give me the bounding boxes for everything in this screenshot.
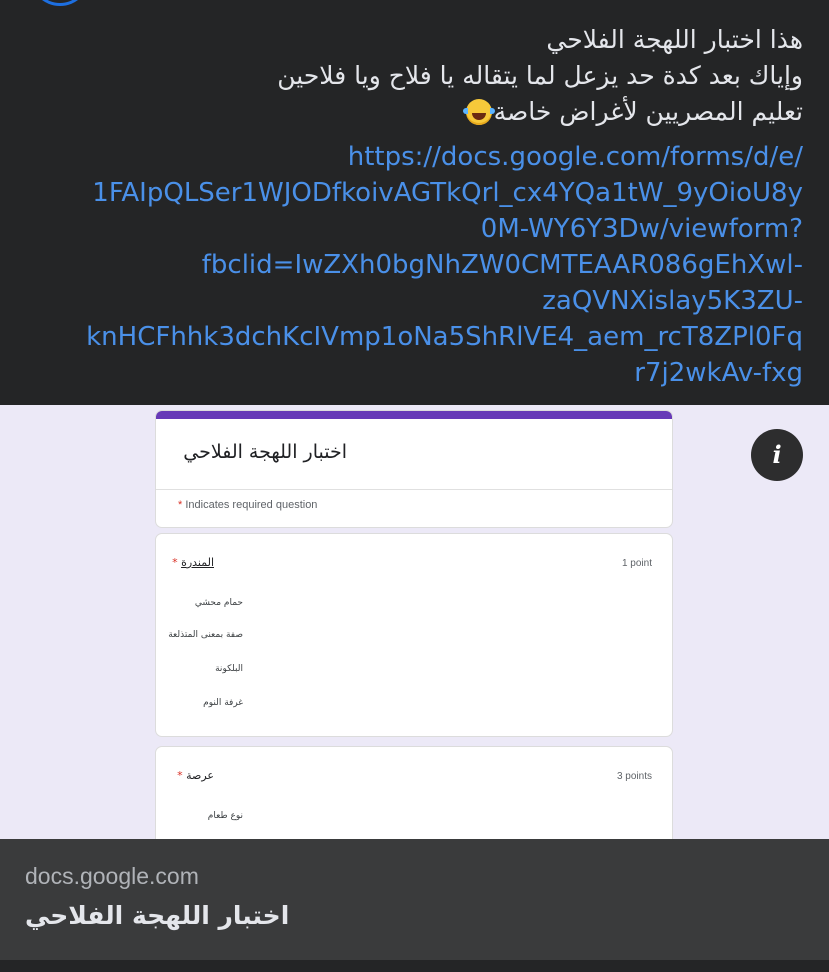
info-icon[interactable]: i xyxy=(751,429,803,481)
question-title: المندرة * xyxy=(172,556,214,569)
answer-option: حمام محشي xyxy=(194,598,243,608)
link-card-footer[interactable]: docs.google.com اختبار اللهجة الفلاحي xyxy=(0,839,829,960)
required-star: * xyxy=(178,499,183,511)
form-divider xyxy=(156,489,672,490)
post-line-1: هذا اختبار اللهجة الفلاحي xyxy=(546,25,803,54)
post-link-line-3[interactable]: 0M-WY6Y3Dw/viewform? xyxy=(3,211,803,247)
required-note-text: Indicates required question xyxy=(185,499,318,511)
bottom-strip xyxy=(0,960,829,972)
question-title-text: المندرة xyxy=(181,556,214,569)
question-title: عرصة * xyxy=(177,769,214,782)
answer-option: صفة بمعنى المتذلعة xyxy=(168,630,243,640)
required-note: * Indicates required question xyxy=(178,499,317,511)
link-preview-image[interactable]: اختبار اللهجة الفلاحي * Indicates requir… xyxy=(0,405,829,839)
post-link-line-4[interactable]: fbclid=IwZXh0bgNhZW0CMTEAAR086gEhXwl- xyxy=(3,247,803,283)
answer-option: غرفة النوم xyxy=(203,698,243,708)
post-link-line-1[interactable]: https://docs.google.com/forms/d/e/ xyxy=(3,139,803,175)
post-text: هذا اختبار اللهجة الفلاحي وإياك بعد كدة … xyxy=(3,22,803,130)
post-link-line-2[interactable]: 1FAIpQLSer1WJODfkoivAGTkQrl_cx4YQa1tW_9y… xyxy=(3,175,803,211)
avatar[interactable] xyxy=(30,0,90,6)
post-line-2: وإياك بعد كدة حد يزعل لما يتقاله يا فلاح… xyxy=(277,61,803,90)
tears-of-joy-emoji-icon xyxy=(462,99,495,125)
answer-option: البلكونة xyxy=(215,664,243,674)
question-points: 3 points xyxy=(616,771,652,782)
post-line-3-text: تعليم المصريين لأغراض خاصة xyxy=(493,97,803,126)
link-domain: docs.google.com xyxy=(25,863,199,889)
post-link-line-6[interactable]: knHCFhhk3dchKcIVmp1oNa5ShRlVE4_aem_rcT8Z… xyxy=(3,319,803,355)
required-star: * xyxy=(172,556,178,569)
required-star: * xyxy=(177,769,183,782)
answer-option: نوع طعام xyxy=(207,811,243,821)
form-accent-bar xyxy=(156,411,672,419)
question-card: المندرة * 1 point حمام محشي صفة بمعنى ال… xyxy=(155,533,673,737)
question-title-text: عرصة xyxy=(186,769,214,782)
post-line-3: تعليم المصريين لأغراض خاصة xyxy=(3,94,803,130)
post-link-line-5[interactable]: zaQVNXislay5K3ZU- xyxy=(3,283,803,319)
question-points: 1 point xyxy=(621,558,652,569)
question-card: عرصة * 3 points نوع طعام xyxy=(155,746,673,839)
post-link[interactable]: https://docs.google.com/forms/d/e/ 1FAIp… xyxy=(3,139,803,391)
form-title: اختبار اللهجة الفلاحي xyxy=(183,441,347,463)
link-title: اختبار اللهجة الفلاحي xyxy=(25,901,290,930)
form-header-card: اختبار اللهجة الفلاحي * Indicates requir… xyxy=(155,410,673,528)
post-link-line-7[interactable]: r7j2wkAv-fxg xyxy=(3,355,803,391)
